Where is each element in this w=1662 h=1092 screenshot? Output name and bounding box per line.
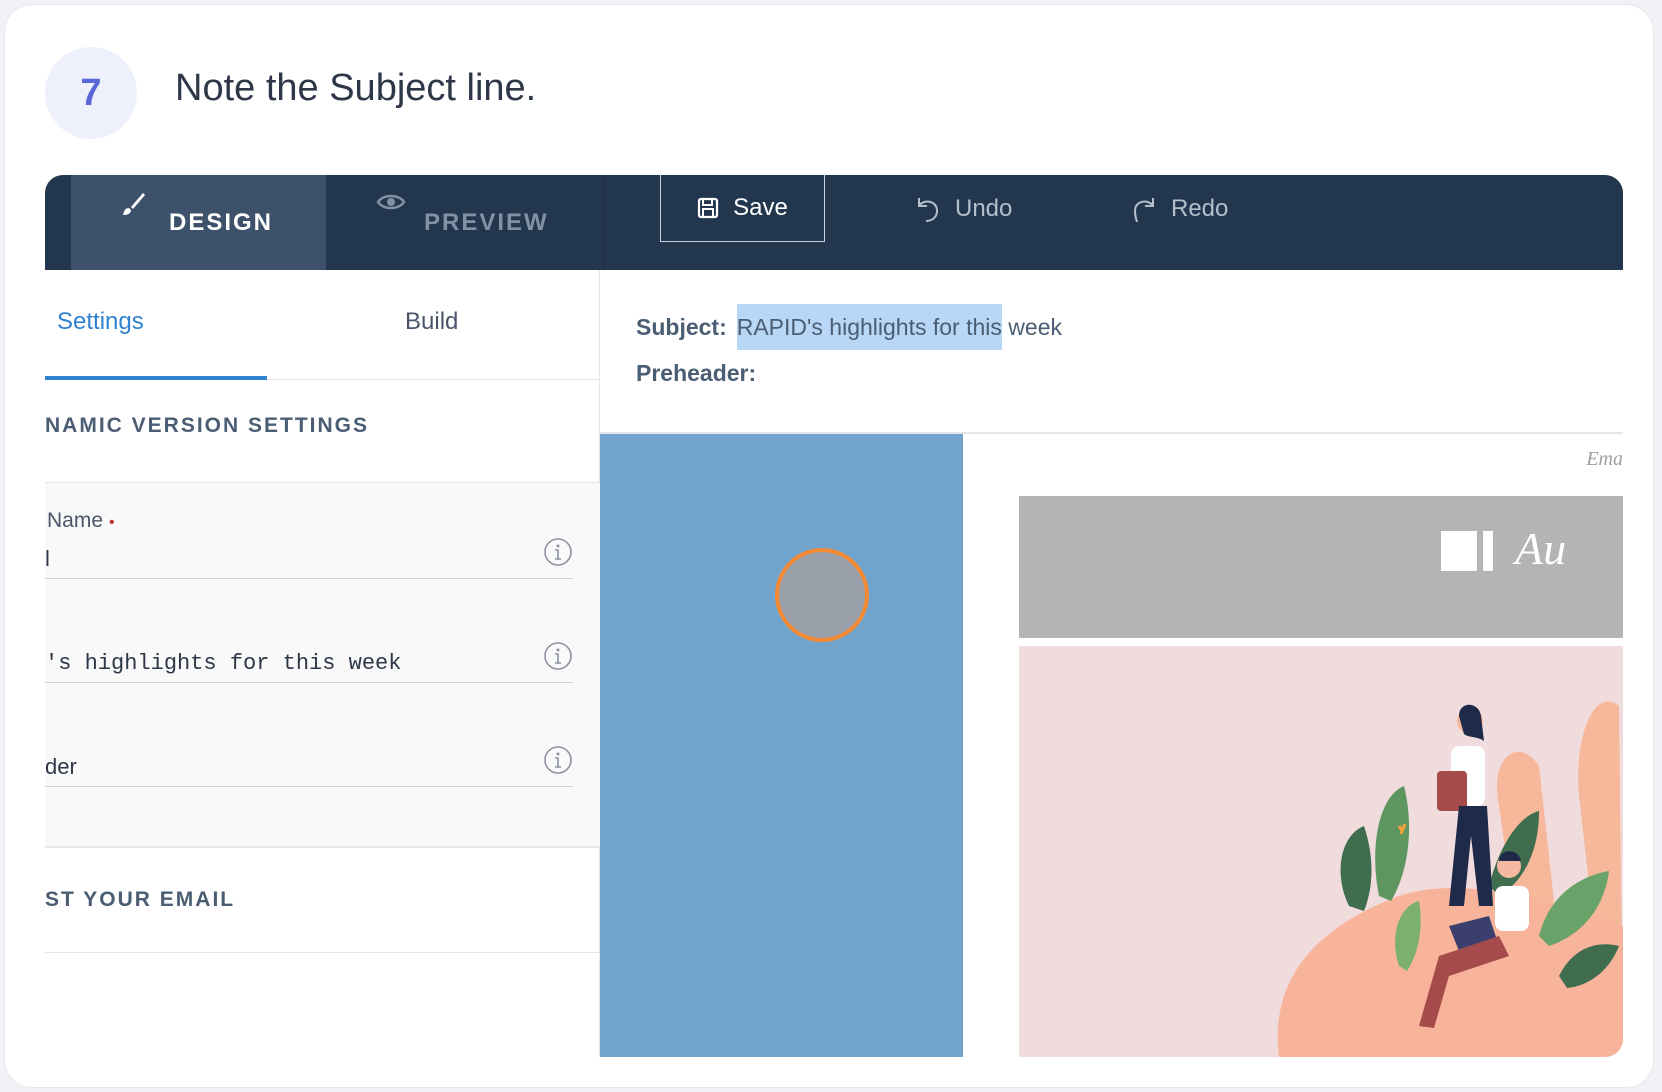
save-button-label: Save bbox=[733, 194, 788, 221]
step-title: Note the Subject line. bbox=[175, 67, 537, 109]
click-cursor-indicator bbox=[775, 548, 869, 642]
design-tab[interactable]: DESIGN bbox=[71, 175, 326, 270]
preview-tab[interactable]: PREVIEW bbox=[326, 175, 604, 270]
undo-icon bbox=[913, 194, 943, 224]
preheader-line: Preheader: bbox=[636, 360, 766, 387]
redo-button-label: Redo bbox=[1171, 195, 1229, 222]
preheader-field-value: der bbox=[45, 754, 77, 779]
info-icon[interactable] bbox=[543, 745, 573, 780]
test-email-section: ST YOUR EMAIL bbox=[45, 848, 600, 953]
undo-button[interactable]: Undo bbox=[913, 187, 1012, 231]
name-field[interactable]: l bbox=[45, 529, 573, 579]
eye-icon bbox=[376, 191, 406, 213]
blue-side-panel bbox=[600, 434, 963, 1057]
dynamic-version-settings-heading: NAMIC VERSION SETTINGS bbox=[45, 414, 370, 437]
subject-line: Subject: RAPID's highlights for this week bbox=[636, 304, 1062, 350]
name-field-value: l bbox=[45, 546, 50, 571]
email-meta: Subject: RAPID's highlights for this week… bbox=[600, 270, 1623, 434]
floppy-disk-icon bbox=[697, 197, 719, 219]
logo-mark-icon bbox=[1441, 531, 1495, 576]
subject-rest-text: week bbox=[1001, 314, 1062, 340]
hero-illustration bbox=[1019, 646, 1623, 1057]
settings-form: Name • l 's highlights for this week der bbox=[45, 482, 600, 848]
step-card: 7 Note the Subject line. DESIGN PREVIEW … bbox=[4, 4, 1654, 1088]
preheader-field[interactable]: der bbox=[45, 737, 573, 787]
tab-settings[interactable]: Settings bbox=[57, 308, 144, 336]
preview-tab-label: PREVIEW bbox=[424, 208, 549, 236]
info-icon[interactable] bbox=[543, 641, 573, 676]
people-plants-illustration bbox=[1277, 701, 1623, 1057]
save-button[interactable]: Save bbox=[660, 175, 825, 242]
tab-build[interactable]: Build bbox=[405, 308, 458, 336]
redo-button[interactable]: Redo bbox=[1129, 187, 1228, 231]
email-preview-pane: Subject: RAPID's highlights for this week… bbox=[600, 270, 1623, 1057]
subject-field-value: 's highlights for this week bbox=[45, 651, 402, 676]
step-number-badge: 7 bbox=[45, 47, 137, 139]
email-canvas: Ema Au bbox=[600, 434, 1623, 1057]
subject-highlighted-text: RAPID's highlights for this bbox=[736, 304, 1002, 350]
email-view-hint: Ema bbox=[1586, 448, 1623, 470]
email-header-band: Au bbox=[1019, 496, 1623, 638]
subject-key: Subject: bbox=[636, 314, 727, 340]
undo-button-label: Undo bbox=[955, 195, 1013, 222]
info-icon[interactable] bbox=[543, 537, 573, 572]
active-tab-indicator bbox=[45, 376, 267, 380]
settings-sidebar: Settings Build NAMIC VERSION SETTINGS Na… bbox=[45, 270, 600, 1057]
logo-text: Au bbox=[1515, 523, 1567, 574]
screenshot-frame: DESIGN PREVIEW Save Undo Redo Settings B… bbox=[45, 175, 1623, 1057]
sidebar-tabs: Settings Build bbox=[45, 270, 600, 380]
preheader-key: Preheader: bbox=[636, 360, 757, 386]
editor-toolbar: DESIGN PREVIEW Save Undo Redo bbox=[45, 175, 1623, 270]
brush-icon bbox=[119, 191, 147, 219]
subject-field[interactable]: 's highlights for this week bbox=[45, 633, 573, 683]
redo-icon bbox=[1129, 194, 1159, 224]
test-email-heading[interactable]: ST YOUR EMAIL bbox=[45, 888, 235, 912]
design-tab-label: DESIGN bbox=[169, 208, 274, 236]
